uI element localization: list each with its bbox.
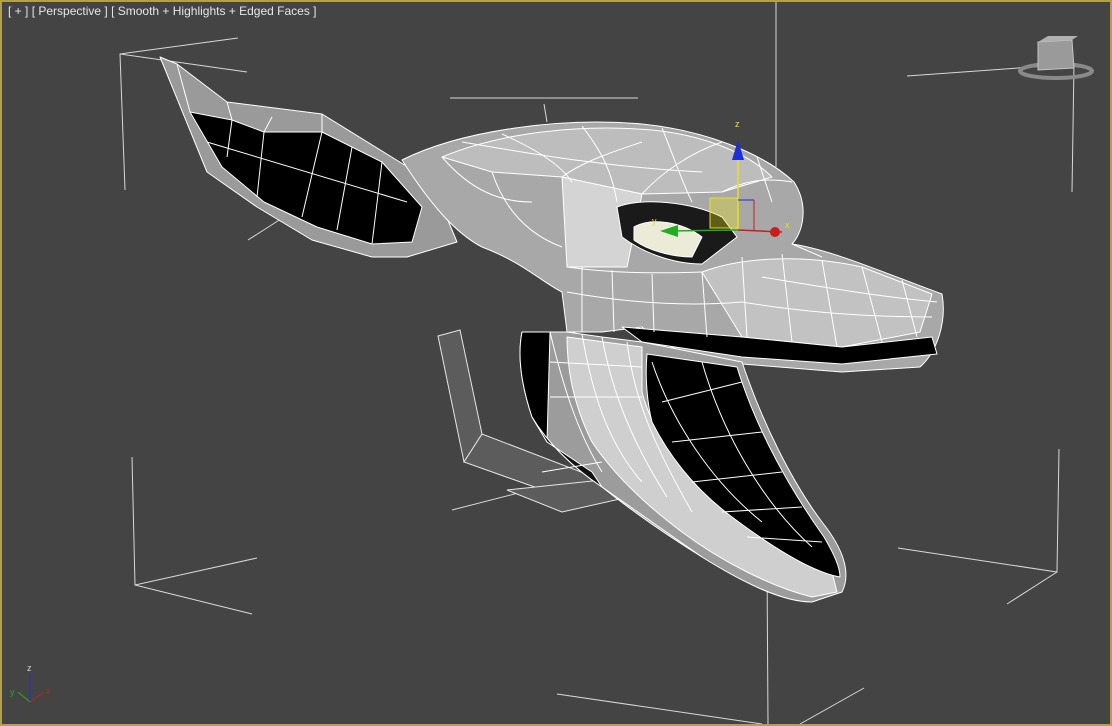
mesh-head[interactable]: [401, 121, 944, 373]
gizmo-x-arrow-icon: [770, 227, 780, 237]
perspective-viewport[interactable]: [ + ] [ Perspective ] [ Smooth + Highlig…: [0, 0, 1112, 726]
axis-tripod: z x y: [10, 663, 51, 703]
viewcube[interactable]: [1018, 36, 1094, 80]
scene-canvas[interactable]: z x y z x y: [2, 2, 1110, 724]
tripod-y-label: y: [10, 687, 15, 697]
gizmo-y-label: y: [652, 216, 657, 226]
tripod-x-label: x: [46, 686, 51, 696]
viewcube-face-icon: [1037, 39, 1075, 71]
viewport-view-name[interactable]: [ Perspective ]: [32, 4, 108, 18]
viewport-menu-button[interactable]: [ + ]: [8, 4, 28, 18]
viewport-shading-mode[interactable]: [ Smooth + Highlights + Edged Faces ]: [111, 4, 316, 18]
viewport-label-bar: [ + ] [ Perspective ] [ Smooth + Highlig…: [8, 4, 317, 18]
gizmo-z-label: z: [735, 119, 740, 129]
tripod-z-label: z: [27, 663, 32, 673]
gizmo-x-label: x: [785, 220, 790, 230]
gizmo-plane-handle: [709, 197, 739, 229]
